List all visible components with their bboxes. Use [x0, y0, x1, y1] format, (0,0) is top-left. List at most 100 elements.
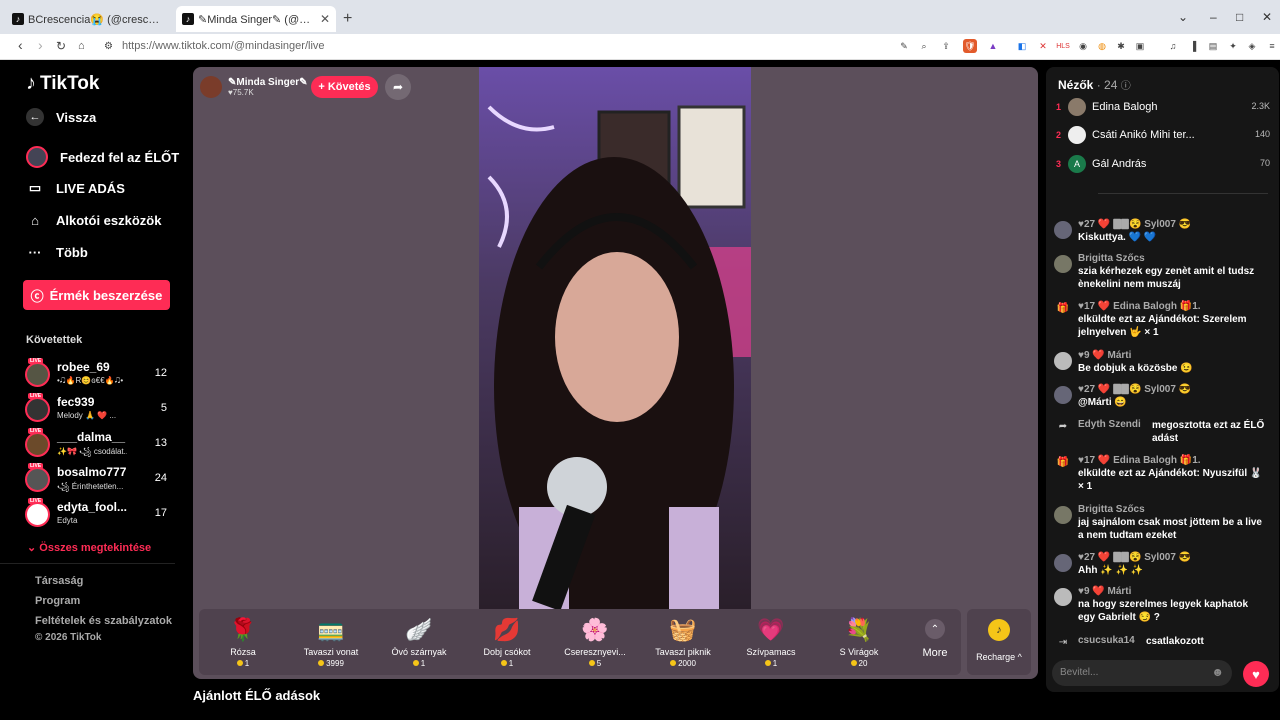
chat-sender: Brigitta Szőcs — [1078, 253, 1145, 264]
like-heart-button[interactable]: ♥ — [1243, 661, 1269, 687]
follow-button[interactable]: + Követés — [311, 76, 378, 98]
extension-icon[interactable]: ◧ — [1015, 39, 1029, 53]
url-text[interactable]: https://www.tiktok.com/@mindasinger/live — [122, 40, 325, 52]
vpn-icon[interactable]: ◈ — [1245, 39, 1259, 53]
gift-price-value: 20 — [858, 659, 868, 668]
zoom-icon[interactable]: ⌕ — [917, 39, 931, 53]
extension-icon[interactable]: ✕ — [1036, 39, 1050, 53]
emoji-icon[interactable]: ☻ — [1211, 665, 1224, 679]
share-icon[interactable]: ⇪ — [939, 39, 953, 53]
recharge-button[interactable]: ♪ Recharge ^ — [967, 609, 1031, 675]
avatar — [1054, 554, 1072, 572]
share-icon[interactable]: ➦ — [385, 74, 411, 100]
following-item[interactable]: LIVE ___dalma__ ✨🎀 ꧁ csodálat... 13 — [25, 428, 175, 462]
viewer-rank-row[interactable]: 3 A Gál András 70 — [1056, 154, 1270, 176]
back-button[interactable]: ← Vissza — [26, 108, 96, 126]
chat-input[interactable]: Bevitel... ☻ — [1052, 660, 1232, 686]
back-arrow-icon[interactable]: ‹ — [18, 37, 23, 53]
avatar — [25, 362, 50, 387]
gift-item[interactable]: 🌹 Rózsa 1 — [199, 609, 287, 675]
minimize-icon[interactable]: – — [1210, 10, 1217, 24]
get-coins-button[interactable]: ⓒ Érmék beszerzése — [23, 280, 170, 310]
site-settings-icon[interactable]: ⚙ — [104, 41, 113, 52]
avatar — [25, 467, 50, 492]
nav-live-broadcast[interactable]: ▭ LIVE ADÁS — [26, 179, 125, 197]
gift-item[interactable]: 💋 Dobj csókot 1 — [463, 609, 551, 675]
following-item[interactable]: LIVE fec939 Melody 🙏 ❤️ ... 5 — [25, 393, 175, 427]
close-window-icon[interactable]: ✕ — [1262, 10, 1272, 24]
gift-item[interactable]: 🚃 Tavaszi vonat 3999 — [287, 609, 375, 675]
gift-item[interactable]: 🌸 Cseresznyevi... 5 — [551, 609, 639, 675]
footer-link-terms[interactable]: Feltételek és szabályzatok — [35, 615, 172, 627]
gift-name: Dobj csókot — [483, 647, 531, 657]
footer-link-program[interactable]: Program — [35, 595, 80, 607]
tiktok-favicon-icon: ♪ — [182, 13, 194, 25]
live-video[interactable] — [479, 67, 751, 609]
following-sub: Edyta — [57, 516, 78, 525]
following-item[interactable]: LIVE robee_69 •🎝🔥R😊ɢ€€🔥🎝• 12 — [25, 358, 175, 392]
chat-sender: Brigitta Szőcs — [1078, 504, 1145, 515]
menu-icon[interactable]: ≡ — [1265, 39, 1279, 53]
extensions-icon[interactable]: ✱ — [1114, 39, 1128, 53]
kiss-icon: 💋 — [493, 617, 521, 642]
avatar — [1054, 588, 1072, 606]
host-name[interactable]: ✎Minda Singer✎ — [228, 77, 308, 88]
live-badge: LIVE — [28, 498, 44, 504]
rewards-icon[interactable]: ▲ — [986, 39, 1000, 53]
nav-explore-live[interactable]: Fedezd fel az ÉLŐT — [26, 146, 179, 168]
extension-icon[interactable]: ◉ — [1076, 39, 1090, 53]
recharge-label: Recharge ^ — [976, 652, 1022, 662]
nav-creator-tools[interactable]: ⌂ Alkotói eszközök — [26, 211, 161, 229]
extension-icon[interactable]: ▣ — [1133, 39, 1147, 53]
viewers-title: Nézők — [1058, 78, 1094, 92]
bookmark-icon[interactable]: ⌂ — [78, 40, 85, 52]
chat-sender: csucsuka14 — [1078, 635, 1135, 646]
extension-icon[interactable]: HLS — [1056, 39, 1070, 53]
gift-item[interactable]: 💗 Szívpamacs 1 — [727, 609, 815, 675]
following-item[interactable]: LIVE edyta_fool... Edyta 17 — [25, 498, 175, 532]
following-name: edyta_fool... — [57, 500, 128, 514]
footer-link-company[interactable]: Társaság — [35, 575, 83, 587]
sidebar-icon[interactable]: ▐ — [1186, 39, 1200, 53]
house-icon: ⌂ — [31, 212, 39, 228]
host-avatar[interactable] — [200, 76, 222, 98]
left-sidebar: ♪ TikTok ← Vissza Fedezd fel az ÉLŐT ▭ L… — [0, 60, 190, 720]
gift-item[interactable]: 🪽 Óvó szárnyak 1 — [375, 609, 463, 675]
translate-icon[interactable]: ✎ — [897, 39, 911, 53]
brave-shield-icon[interactable]: 🛡 — [963, 39, 977, 53]
gift-item[interactable]: 🧺 Tavaszi piknik 2000 — [639, 609, 727, 675]
gift-item[interactable]: 💐 S Virágok 20 — [815, 609, 903, 675]
viewer-rank-row[interactable]: 1 Edina Balogh 2.3K — [1056, 97, 1270, 119]
viewer-rank-row[interactable]: 2 Csáti Anikó Mihi ter... 140 — [1056, 125, 1270, 147]
new-tab-button[interactable]: + — [343, 10, 352, 28]
close-tab-icon[interactable]: ✕ — [320, 12, 330, 26]
maximize-icon[interactable]: □ — [1236, 10, 1243, 24]
chevron-down-icon: ⌄ — [27, 542, 37, 554]
info-icon[interactable]: ⓘ — [1121, 81, 1131, 92]
tab-mindasinger[interactable]: ♪ ✎Minda Singer✎ (@mindasinger) ... ✕ — [176, 6, 336, 32]
train-icon: 🚃 — [317, 617, 345, 642]
nav-more[interactable]: ··· Több — [26, 243, 88, 261]
leo-icon[interactable]: ✦ — [1226, 39, 1240, 53]
wallet-icon[interactable]: ▤ — [1206, 39, 1220, 53]
tiktok-logo[interactable]: ♪ TikTok — [26, 72, 99, 95]
rank-number: 2 — [1056, 130, 1062, 140]
cherry-blossom-icon: 🌸 — [581, 617, 609, 642]
see-all-link[interactable]: ⌄ Összes megtekintése — [27, 541, 151, 554]
live-badge: LIVE — [28, 463, 44, 469]
following-item[interactable]: LIVE bosalmo777 ꧁ Érinthetetlen... 24 — [25, 463, 175, 497]
more-gifts-button[interactable]: ⌃ More — [915, 619, 955, 659]
forward-arrow-icon[interactable]: › — [38, 37, 43, 53]
extension-icon[interactable]: ◍ — [1095, 39, 1109, 53]
gift-price: 3999 — [287, 659, 375, 668]
music-icon[interactable]: ♫ — [1166, 39, 1180, 53]
following-sub: Melody 🙏 ❤️ ... — [57, 411, 117, 420]
gift-price: 1 — [463, 659, 551, 668]
tab-dropdown-icon[interactable]: ⌄ — [1178, 10, 1188, 24]
tab-crescencia[interactable]: ♪ BCrescencia😭 (@crescencia.27) ... — [6, 6, 171, 32]
reload-icon[interactable]: ↻ — [56, 39, 66, 53]
viewer-count: 24 — [154, 472, 167, 484]
host-info[interactable]: ✎Minda Singer✎ ♥75.7K — [200, 75, 308, 99]
viewer-score: 140 — [1254, 129, 1270, 139]
chat-text: elküldte ezt az Ajándékot: Szerelem jeln… — [1078, 314, 1247, 338]
